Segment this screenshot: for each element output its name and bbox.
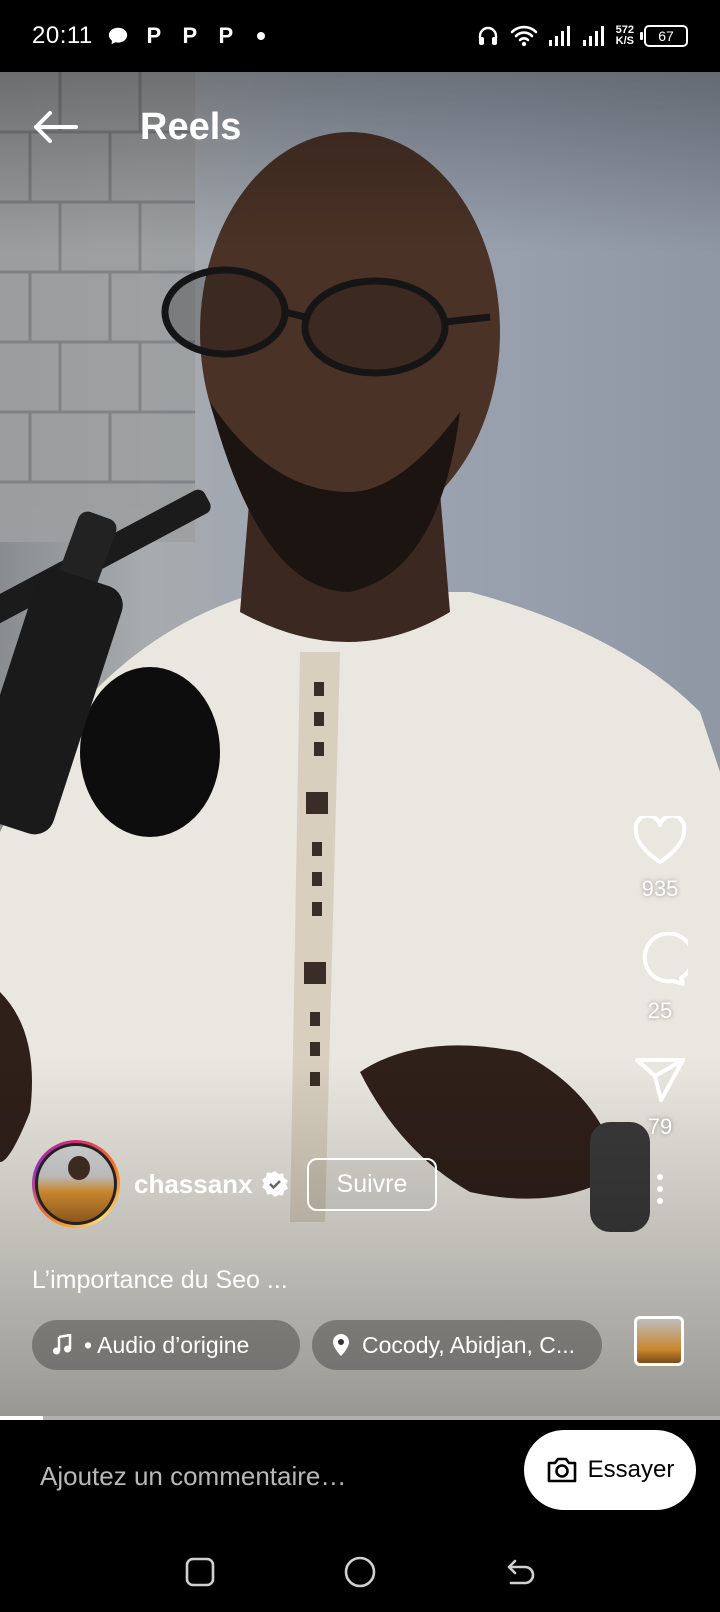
chat-notification-icon (108, 27, 127, 45)
page-title: Reels (140, 105, 242, 148)
comment-action[interactable]: 25 (632, 932, 688, 1054)
network-speed-unit: K/S (615, 35, 634, 47)
back-nav-button[interactable] (496, 1548, 544, 1596)
recents-button[interactable] (176, 1548, 224, 1596)
signal-icon-2 (582, 26, 604, 46)
back-nav-icon (507, 1559, 535, 1585)
like-count: 935 (641, 876, 679, 901)
battery-level: 67 (658, 28, 674, 44)
status-right: 572 K/S 67 (476, 24, 688, 48)
like-action[interactable]: 935 (632, 816, 688, 932)
network-speed: 572 K/S (616, 25, 634, 47)
send-icon[interactable] (633, 1054, 687, 1104)
share-action[interactable]: 79 (633, 1054, 687, 1170)
location-chip[interactable]: Cocody, Abidjan, C... (312, 1320, 602, 1370)
avatar[interactable] (32, 1140, 120, 1228)
arrow-left-icon (34, 111, 78, 143)
notification-p-2: P (182, 23, 198, 48)
try-button[interactable]: Essayer (524, 1430, 696, 1510)
wifi-icon (510, 25, 537, 47)
headphones-icon (478, 26, 497, 45)
notification-p-1: P (146, 23, 162, 48)
battery-icon: 67 (640, 25, 688, 47)
status-time: 20:11 (32, 22, 93, 49)
comment-bar: Essayer (0, 1420, 720, 1532)
status-bar: 20:11 P P P 572 K/S 67 (0, 0, 720, 72)
home-button[interactable] (336, 1548, 384, 1596)
more-options-icon[interactable] (657, 1174, 663, 1204)
caption[interactable]: L’importance du Seo ... (32, 1266, 288, 1295)
reels-header: Reels (0, 72, 720, 182)
follow-button[interactable]: Suivre (306, 1157, 438, 1211)
system-nav-bar (0, 1532, 720, 1612)
location-label: Cocody, Abidjan, C... (362, 1331, 576, 1358)
back-button[interactable] (32, 103, 80, 151)
camera-icon (547, 1457, 576, 1483)
heart-icon[interactable] (632, 816, 688, 866)
try-button-label: Essayer (587, 1456, 675, 1483)
comment-input[interactable] (40, 1460, 500, 1492)
author-row: chassanx Suivre (32, 1140, 438, 1228)
audio-label: • Audio d’origine (84, 1331, 250, 1358)
comment-count: 25 (647, 998, 673, 1023)
comment-icon[interactable] (632, 932, 688, 988)
recents-icon (185, 1557, 215, 1587)
home-circle-icon (344, 1556, 376, 1588)
avatar-image (35, 1143, 117, 1225)
music-note-icon (52, 1334, 72, 1356)
action-rail: 935 25 79 (630, 816, 690, 1204)
more-notifications-dot (256, 32, 265, 40)
audio-chip[interactable]: • Audio d’origine (32, 1320, 300, 1370)
reel-chips: • Audio d’origine Cocody, Abidjan, C... (32, 1320, 602, 1370)
status-left: 20:11 P P P (32, 22, 265, 50)
share-count: 79 (647, 1114, 673, 1139)
verified-badge-icon (261, 1171, 288, 1197)
username[interactable]: chassanx (134, 1169, 253, 1200)
audio-thumbnail[interactable] (634, 1316, 684, 1366)
location-pin-icon (332, 1333, 350, 1357)
signal-icon-1 (548, 26, 570, 46)
notification-p-3: P (218, 23, 234, 48)
